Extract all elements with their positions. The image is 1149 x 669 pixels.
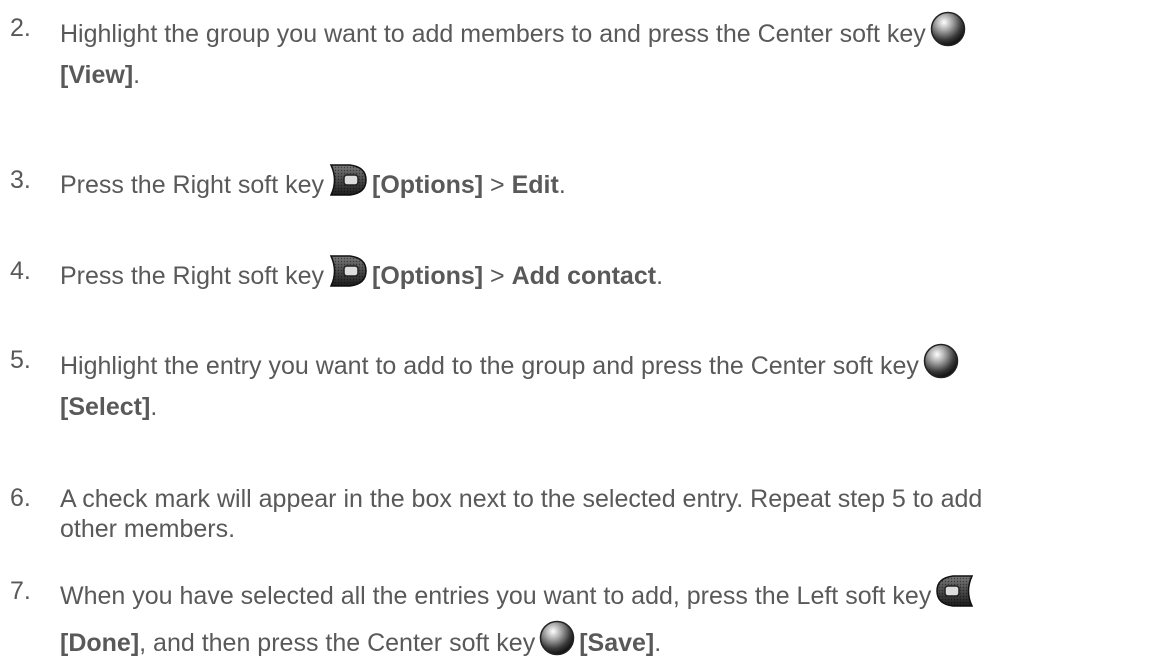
separator: > [483, 262, 512, 291]
softkey-label: [Done] [60, 629, 140, 658]
softkey-label: [Options] [372, 171, 484, 200]
step-number: 2. [10, 14, 31, 42]
punctuation: . [150, 393, 158, 421]
softkey-label: [View] [60, 61, 134, 89]
menu-item: Add contact [511, 262, 657, 291]
step-text: other members. [60, 515, 236, 543]
punctuation: . [654, 629, 662, 658]
softkey-label: [Select] [60, 393, 151, 421]
step-number: 4. [10, 257, 31, 285]
step-text: Highlight the entry you want to add to t… [60, 352, 919, 381]
left-soft-key-icon [935, 574, 975, 615]
separator: > [483, 171, 512, 200]
step-number: 3. [10, 166, 31, 194]
punctuation: . [133, 61, 141, 89]
right-soft-key-icon [328, 163, 368, 204]
softkey-label: [Save] [579, 629, 655, 658]
step-number: 5. [10, 346, 31, 374]
step-text: Press the Right soft key [60, 262, 325, 291]
center-soft-key-icon [923, 343, 959, 386]
punctuation: . [656, 262, 664, 291]
right-soft-key-icon [328, 254, 368, 295]
step-text: Press the Right soft key [60, 171, 325, 200]
center-soft-key-icon [930, 11, 966, 54]
center-soft-key-icon [539, 620, 575, 663]
menu-item: Edit [511, 171, 559, 200]
step-text: A check mark will appear in the box next… [60, 485, 983, 513]
softkey-label: [Options] [372, 262, 484, 291]
step-number: 6. [10, 484, 31, 512]
step-number: 7. [10, 577, 31, 605]
step-text: , and then press the Center soft key [139, 629, 536, 658]
step-text: When you have selected all the entries y… [60, 582, 932, 611]
step-text: Highlight the group you want to add memb… [60, 20, 926, 49]
punctuation: . [558, 171, 566, 200]
